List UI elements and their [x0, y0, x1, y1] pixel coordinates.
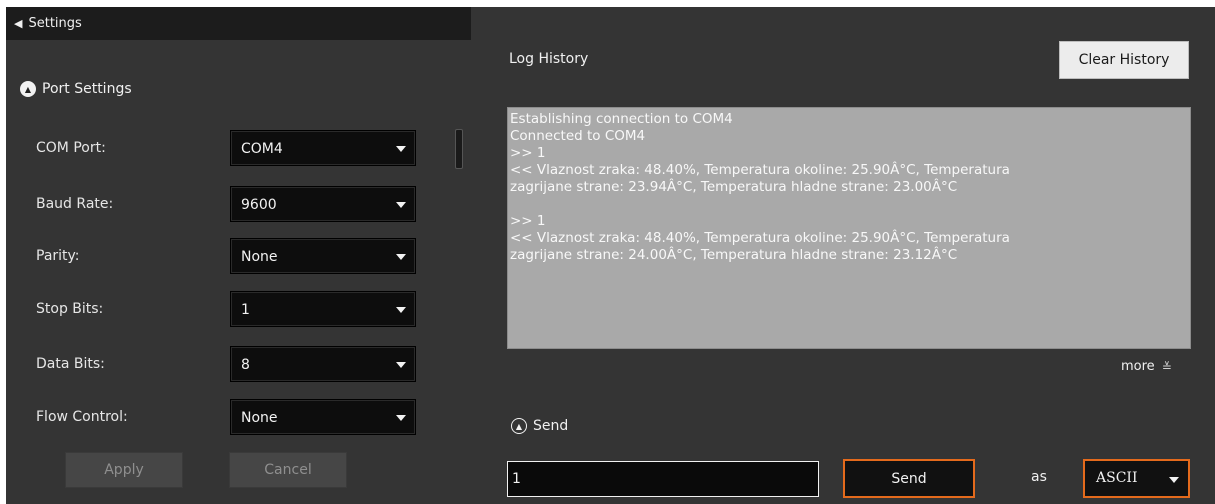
data-bits-label: Data Bits:	[36, 356, 105, 372]
apply-button[interactable]: Apply	[65, 452, 183, 488]
flow-control-row: Flow Control: None	[6, 399, 426, 435]
send-section-title: Send	[533, 418, 569, 434]
chevron-down-icon	[396, 307, 406, 313]
settings-panel: ◀ Settings ▲ Port Settings COM Port: COM…	[6, 7, 471, 504]
port-settings-title: Port Settings	[42, 81, 132, 97]
send-format-select[interactable]: ASCII	[1083, 459, 1190, 498]
com-port-row: COM Port: COM4	[6, 130, 426, 166]
stop-bits-value: 1	[241, 302, 250, 318]
settings-back-label: Settings	[28, 16, 82, 31]
log-panel: Log History Clear History Establishing c…	[471, 7, 1215, 504]
more-toggle[interactable]: more ≚	[1121, 359, 1172, 374]
chevron-down-icon	[1169, 477, 1179, 483]
baud-rate-select[interactable]: 9600	[230, 186, 416, 222]
port-settings-header[interactable]: ▲ Port Settings	[20, 81, 132, 97]
chevron-down-icon	[396, 202, 406, 208]
com-port-value: COM4	[241, 141, 283, 157]
chevron-down-icon	[396, 254, 406, 260]
parity-row: Parity: None	[6, 238, 426, 274]
data-bits-value: 8	[241, 357, 250, 373]
send-input[interactable]: 1	[507, 461, 819, 497]
log-history-title: Log History	[509, 51, 589, 67]
double-chevron-down-icon: ≚	[1161, 359, 1172, 374]
parity-value: None	[241, 249, 278, 265]
stop-bits-select[interactable]: 1	[230, 291, 416, 327]
clear-history-button[interactable]: Clear History	[1059, 41, 1189, 79]
chevron-down-icon	[396, 146, 406, 152]
app-frame: ◀ Settings ▲ Port Settings COM Port: COM…	[6, 7, 1215, 504]
stop-bits-row: Stop Bits: 1	[6, 291, 426, 327]
data-bits-row: Data Bits: 8	[6, 346, 426, 382]
send-format-value: ASCII	[1096, 470, 1138, 486]
collapse-up-icon[interactable]: ▲	[511, 418, 527, 434]
flow-control-select[interactable]: None	[230, 399, 416, 435]
chevron-down-icon	[396, 362, 406, 368]
cancel-button[interactable]: Cancel	[229, 452, 347, 488]
data-bits-select[interactable]: 8	[230, 346, 416, 382]
chevron-down-icon	[396, 415, 406, 421]
flow-control-label: Flow Control:	[36, 409, 128, 425]
collapse-up-icon[interactable]: ▲	[20, 81, 36, 97]
settings-scrollbar-thumb[interactable]	[455, 129, 463, 169]
back-triangle-icon: ◀	[14, 17, 23, 30]
send-section-header[interactable]: ▲ Send	[511, 418, 568, 434]
com-port-select[interactable]: COM4	[230, 130, 416, 166]
as-label: as	[1031, 469, 1047, 485]
flow-control-value: None	[241, 410, 278, 426]
baud-rate-value: 9600	[241, 197, 277, 213]
more-label: more	[1121, 359, 1155, 374]
com-port-label: COM Port:	[36, 140, 106, 156]
settings-back-bar[interactable]: ◀ Settings	[6, 7, 471, 40]
parity-select[interactable]: None	[230, 238, 416, 274]
log-history-textarea[interactable]: Establishing connection to COM4 Connecte…	[507, 107, 1191, 349]
baud-rate-row: Baud Rate: 9600	[6, 186, 426, 222]
parity-label: Parity:	[36, 248, 80, 264]
send-button[interactable]: Send	[843, 459, 975, 498]
stop-bits-label: Stop Bits:	[36, 301, 104, 317]
baud-rate-label: Baud Rate:	[36, 196, 114, 212]
